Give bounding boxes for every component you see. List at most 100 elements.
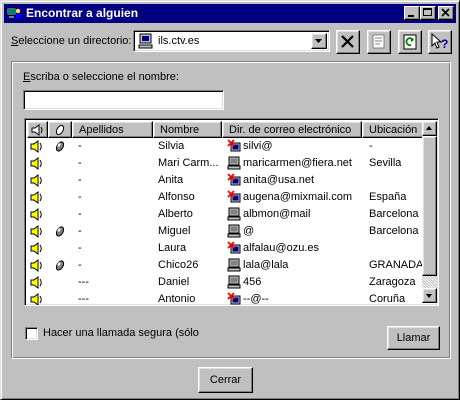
scroll-down-button[interactable] [422,288,437,303]
directory-list[interactable]: Apellidos Nombre Dir. de correo electrón… [24,118,439,306]
person-red-icon [227,190,241,207]
video-camera-icon [53,140,67,156]
computer-icon [227,258,241,275]
computer-icon [227,156,241,173]
close-window-button[interactable] [438,6,454,20]
audio-speaker-icon [30,208,44,224]
email-cell: lala@lala [243,259,289,271]
title-bar[interactable]: Encontrar a alguien [4,4,456,23]
properties-button[interactable] [367,30,391,54]
location-cell: Coruña [369,293,406,305]
audio-speaker-icon [30,174,44,190]
properties-icon [372,34,385,49]
location-cell: España [369,191,407,203]
secure-call-checkbox[interactable] [25,327,38,340]
email-cell: maricarmen@fiera.net [243,157,352,169]
table-row[interactable]: - Silvia silvi@ - [27,138,421,155]
column-header-location[interactable]: Ubicación [362,121,424,138]
email-cell: 456 [243,276,262,288]
close-button[interactable]: Cerrar [198,367,253,393]
directory-label: Seleccione un directorio: [11,35,131,47]
location-cell: Zaragoza [369,276,416,288]
location-cell: Barcelona [369,225,419,237]
audio-speaker-icon [30,293,44,305]
stop-search-button[interactable] [336,30,360,54]
audio-speaker-icon [30,242,44,258]
name-cell: Mari Carm... [158,157,219,169]
email-cell: anita@usa.net [243,174,315,186]
call-button[interactable]: Llamar [387,326,440,350]
find-someone-window: Encontrar a alguien Seleccione un direct… [0,0,460,400]
name-cell: Alberto [158,208,193,220]
column-header-email[interactable]: Dir. de correo electrónico [222,121,362,138]
surname-cell: - [78,191,82,203]
column-header-video[interactable] [48,121,72,138]
arrow-down-icon [426,294,432,298]
vertical-scroll-thumb[interactable] [422,136,437,276]
name-cell: Alfonso [158,191,195,203]
location-cell: Barcelona [369,208,419,220]
table-row[interactable]: - Laura alfalau@ozu.es [27,240,421,257]
table-row[interactable]: --- Daniel 456 Zaragoza [27,274,421,291]
svg-text:?: ? [441,37,448,51]
audio-speaker-icon [30,191,44,207]
location-cell: - [369,140,373,152]
video-camera-icon [53,259,67,275]
table-row[interactable]: - Miguel @ Barcelona [27,223,421,240]
table-row[interactable]: - Alberto albmon@mail Barcelona [27,206,421,223]
surname-cell: - [78,157,82,169]
table-row[interactable]: --- Antonio --@-- Coruña [27,291,421,305]
table-row[interactable]: - Anita anita@usa.net [27,172,421,189]
surname-cell: - [78,225,82,237]
surname-cell: - [78,208,82,220]
table-row[interactable]: - Chico26 lala@lala GRANADA [27,257,423,275]
computer-icon [227,275,241,292]
surname-cell: - [78,140,82,152]
maximize-button[interactable] [420,6,436,20]
minimize-button[interactable] [404,6,420,20]
table-row[interactable]: - Alfonso augena@mixmail.com España [27,189,421,206]
person-red-icon [227,139,241,156]
name-cell: Laura [158,242,187,254]
name-cell: Antonio [158,293,196,305]
audio-speaker-icon [30,225,44,241]
audio-speaker-icon [30,276,44,292]
directory-label-rest: eleccione un directorio: [18,35,132,47]
maximize-icon [423,8,432,16]
scroll-up-button[interactable] [422,121,437,136]
name-cell: Silvia [158,140,185,152]
speaker-icon [31,124,43,136]
video-camera-icon [53,225,67,241]
refresh-button[interactable] [398,30,422,54]
audio-speaker-icon [30,259,44,275]
person-red-icon [227,292,241,305]
name-cell: Chico26 [158,259,199,271]
person-red-icon [227,173,241,190]
table-row[interactable]: - Mari Carm... maricarmen@fiera.net Sevilla [27,155,421,172]
directory-dropdown-button[interactable] [311,33,327,49]
arrow-up-icon [426,126,432,130]
column-header-audio[interactable] [27,121,48,138]
name-search-input[interactable] [23,90,224,110]
minimize-icon [408,15,414,17]
audio-speaker-icon [30,140,44,156]
surname-cell: --- [78,293,89,305]
directory-combobox[interactable]: ils.ctv.es [133,30,330,52]
window-title: Encontrar a alguien [26,6,139,20]
close-icon [441,8,450,17]
name-cell: Daniel [158,276,190,288]
chevron-down-icon [315,39,322,43]
email-cell: @ [243,225,255,237]
name-label-rest: scriba o seleccione el nombre: [30,71,179,83]
location-cell: Sevilla [369,157,402,169]
person-red-icon [227,241,241,258]
column-header-surname[interactable]: Apellidos [72,121,153,138]
directory-value: ils.ctv.es [158,35,200,47]
column-header-name[interactable]: Nombre [153,121,222,138]
surname-cell: - [78,242,82,254]
server-icon [138,33,153,49]
netmeeting-app-icon [6,7,21,19]
name-cell: Miguel [158,225,191,237]
surname-cell: - [78,259,82,271]
help-button[interactable]: ? [428,30,452,54]
